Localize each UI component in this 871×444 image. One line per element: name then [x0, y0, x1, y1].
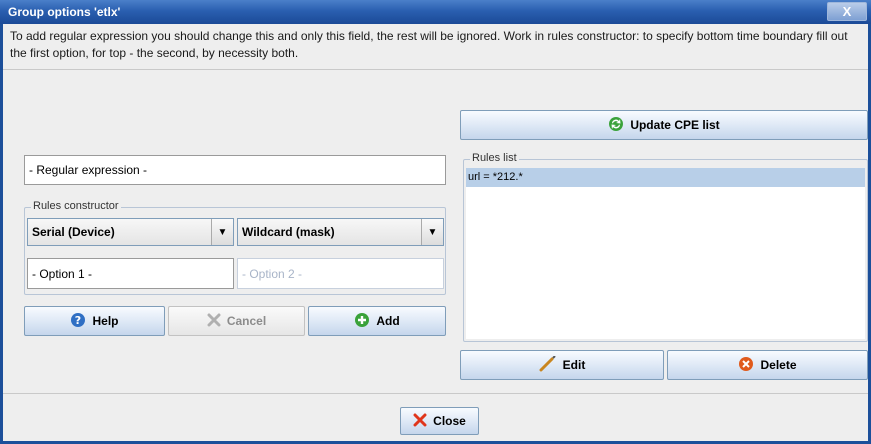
close-label: Close — [433, 414, 466, 428]
edit-button[interactable]: Edit — [460, 350, 664, 380]
window-close-button[interactable]: X — [827, 2, 867, 21]
dialog-window: Group options 'etlx' X To add regular ex… — [0, 0, 871, 444]
add-icon — [354, 312, 370, 331]
option2-input: - Option 2 - — [237, 258, 444, 289]
match-type-select-value: Wildcard (mask) — [242, 225, 335, 239]
svg-text:?: ? — [75, 314, 81, 327]
close-button[interactable]: Close — [400, 407, 479, 435]
add-button[interactable]: Add — [308, 306, 446, 336]
window-title: Group options 'etlx' — [8, 5, 121, 19]
rules-list[interactable]: url = *212.* — [466, 168, 865, 339]
field-select-value: Serial (Device) — [32, 225, 115, 239]
rules-constructor-legend: Rules constructor — [31, 200, 121, 212]
match-type-select[interactable]: Wildcard (mask) ▼ — [237, 218, 444, 246]
footer-divider — [3, 393, 868, 394]
rules-list-legend: Rules list — [470, 152, 519, 164]
help-icon: ? — [70, 312, 86, 331]
add-label: Add — [376, 314, 400, 328]
list-item[interactable]: url = *212.* — [466, 168, 865, 187]
help-button[interactable]: ? Help — [24, 306, 165, 336]
close-icon — [413, 413, 427, 430]
pencil-icon — [539, 354, 557, 375]
cancel-label: Cancel — [226, 314, 267, 328]
delete-label: Delete — [760, 358, 797, 372]
chevron-down-icon[interactable]: ▼ — [421, 219, 443, 245]
help-label: Help — [92, 314, 119, 328]
cancel-x-icon — [207, 313, 221, 330]
delete-button[interactable]: Delete — [667, 350, 868, 380]
field-select[interactable]: Serial (Device) ▼ — [27, 218, 234, 246]
update-cpe-list-label: Update CPE list — [630, 118, 720, 132]
instructions-text: To add regular expression you should cha… — [10, 29, 848, 60]
edit-label: Edit — [562, 358, 586, 372]
refresh-icon — [608, 116, 624, 135]
divider — [3, 69, 868, 70]
delete-icon — [738, 356, 754, 375]
update-cpe-list-button[interactable]: Update CPE list — [460, 110, 868, 140]
cancel-button: Cancel — [168, 306, 305, 336]
title-bar[interactable]: Group options 'etlx' X — [0, 0, 871, 24]
option1-input[interactable]: - Option 1 - — [27, 258, 234, 289]
chevron-down-icon[interactable]: ▼ — [211, 219, 233, 245]
regex-input[interactable]: - Regular expression - — [24, 155, 446, 185]
rules-list-group: Rules list url = *212.* — [463, 152, 868, 342]
